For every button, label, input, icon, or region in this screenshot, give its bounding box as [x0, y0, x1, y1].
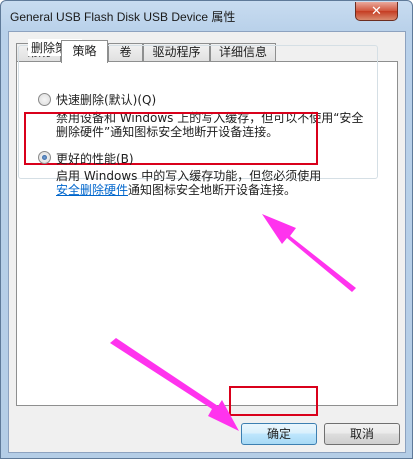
- quick-removal-label[interactable]: 快速删除(默认)(Q): [56, 91, 156, 108]
- better-performance-label[interactable]: 更好的性能(B): [56, 150, 134, 167]
- close-button[interactable]: ✕: [355, 2, 398, 21]
- better-performance-desc-line2: 安全删除硬件通知图标安全地断开设备连接。: [56, 181, 296, 198]
- cancel-button[interactable]: 取消: [324, 423, 400, 445]
- desc-line2-rest: 通知图标安全地断开设备连接。: [128, 183, 297, 197]
- highlight-box-ok: [229, 386, 318, 416]
- ok-button[interactable]: 确定: [241, 423, 317, 445]
- tab-policy[interactable]: 策略: [61, 40, 108, 63]
- better-performance-radio[interactable]: [38, 151, 51, 164]
- window-title: General USB Flash Disk USB Device 属性: [10, 10, 236, 24]
- safely-remove-hardware-link[interactable]: 安全删除硬件: [56, 183, 128, 197]
- quick-removal-radio[interactable]: [38, 93, 51, 106]
- close-icon: ✕: [371, 3, 382, 19]
